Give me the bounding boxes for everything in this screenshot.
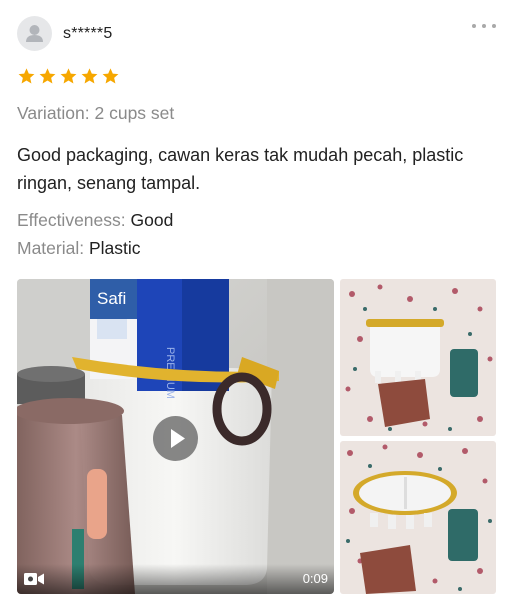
star-icon — [60, 68, 77, 84]
attribute-value: Plastic — [88, 238, 141, 258]
attribute-key: Effectiveness: — [17, 210, 126, 230]
photo-cup-holder-back — [340, 279, 496, 436]
more-dot — [492, 24, 496, 28]
review-photo-1[interactable] — [340, 279, 496, 436]
variation-label: Variation: 2 cups set — [17, 103, 175, 123]
video-camera-icon — [24, 573, 44, 585]
product-label: Safi — [97, 289, 126, 308]
photo-cup-holder-top — [340, 441, 496, 594]
review-text: Good packaging, cawan keras tak mudah pe… — [17, 145, 464, 193]
more-dot — [482, 24, 486, 28]
star-icon — [39, 68, 56, 84]
user-icon — [26, 25, 43, 42]
more-dots-icon — [472, 24, 476, 28]
avatar[interactable] — [17, 16, 52, 51]
star-icon — [81, 68, 98, 84]
attribute-key: Material: — [17, 238, 85, 258]
review-header: s*****5 — [17, 16, 497, 52]
star-icon — [18, 68, 35, 84]
video-info-bar: 0:09 — [17, 564, 334, 594]
star-rating — [17, 67, 120, 87]
attribute-material: Material: Plastic — [17, 238, 141, 259]
review-photo-2[interactable] — [340, 441, 496, 594]
more-options-button[interactable] — [471, 20, 497, 32]
review-video[interactable]: Safi PREMIUM 0:09 — [17, 279, 334, 594]
attribute-effectiveness: Effectiveness: Good — [17, 210, 173, 231]
attribute-value: Good — [130, 210, 174, 230]
video-duration: 0:09 — [302, 571, 328, 586]
reviewer-username: s*****5 — [63, 25, 113, 42]
play-icon — [171, 429, 185, 448]
star-icon — [102, 68, 119, 84]
play-button[interactable] — [153, 416, 198, 461]
